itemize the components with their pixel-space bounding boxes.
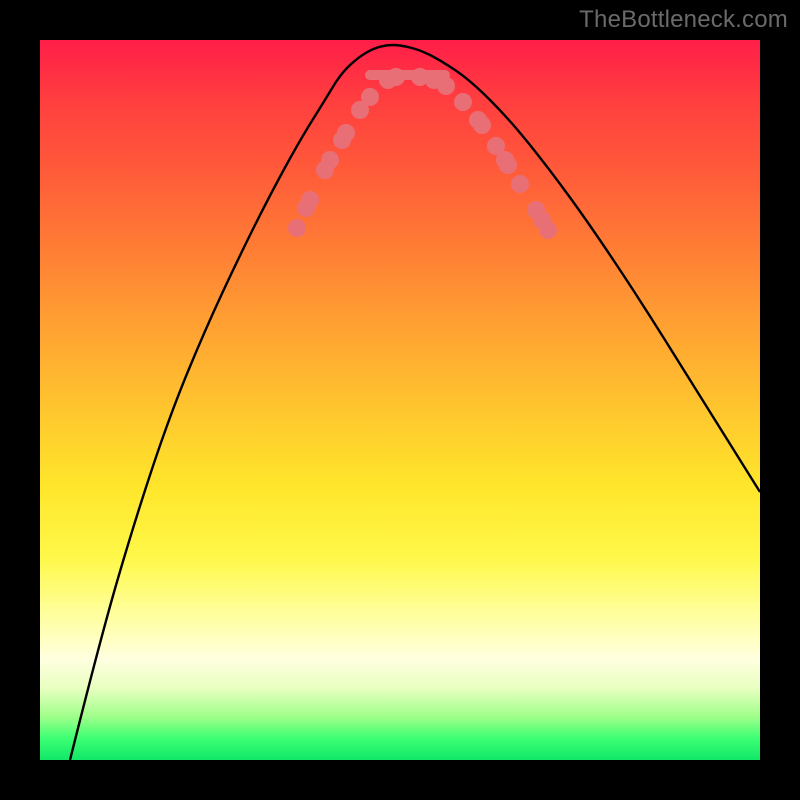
curve-dot — [499, 156, 517, 174]
curve-dot — [361, 88, 379, 106]
curve-dot — [301, 191, 319, 209]
chart-frame: TheBottleneck.com — [0, 0, 800, 800]
curve-layer — [70, 45, 760, 760]
curve-dot — [288, 219, 306, 237]
curve-dot — [437, 77, 455, 95]
curve-dot — [337, 124, 355, 142]
curve-dot — [321, 151, 339, 169]
watermark-text: TheBottleneck.com — [579, 6, 788, 34]
bottleneck-curve — [70, 45, 760, 760]
curve-dot — [454, 93, 472, 111]
curve-dot — [539, 221, 557, 239]
curve-dot — [387, 68, 405, 86]
plot-area — [40, 40, 760, 760]
chart-svg — [40, 40, 760, 760]
curve-dot — [473, 116, 491, 134]
curve-dot — [511, 175, 529, 193]
